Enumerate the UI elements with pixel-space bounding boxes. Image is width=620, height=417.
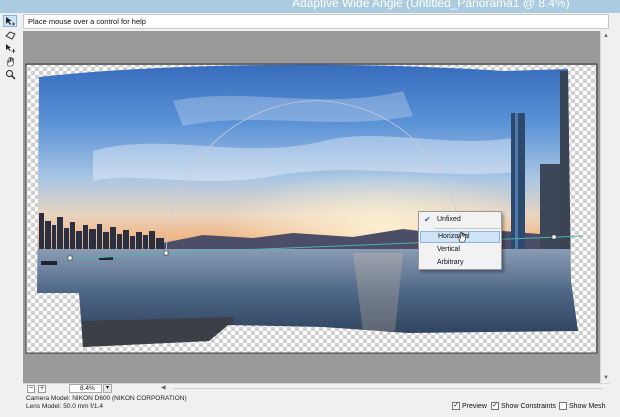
- hand-tool-button[interactable]: [3, 55, 17, 67]
- tool-palette: [0, 13, 22, 417]
- title-bar: Adaptive Wide Angle (Untitled_Panorama1 …: [0, 0, 620, 13]
- vertical-scrollbar[interactable]: ▲ ▼: [600, 31, 610, 383]
- show-mesh-checkbox[interactable]: [559, 402, 567, 410]
- scroll-up-icon[interactable]: ▲: [603, 33, 609, 39]
- zoom-out-button[interactable]: −: [27, 385, 35, 393]
- constraint-tool-button[interactable]: [3, 15, 17, 27]
- menu-item-vertical[interactable]: Vertical: [420, 244, 500, 256]
- camera-model-text: Camera Model: NIKON D600 (NIKON CORPORAT…: [26, 395, 187, 402]
- menu-item-unfixed[interactable]: ✔ Unfixed: [420, 214, 500, 226]
- checkmark-icon: ✔: [424, 215, 431, 224]
- constraint-handle-right[interactable]: [551, 234, 557, 240]
- constraint-handle-left[interactable]: [67, 255, 73, 261]
- show-constraints-checkbox[interactable]: ✓: [491, 402, 499, 410]
- preview-checkbox[interactable]: ✓: [452, 402, 460, 410]
- menu-item-arbitrary[interactable]: Arbitrary: [420, 257, 500, 269]
- help-text: Place mouse over a control for help: [28, 17, 146, 26]
- preview-label: Preview: [462, 402, 487, 410]
- polygon-constraint-icon: [4, 30, 16, 40]
- panorama-photo: [37, 64, 578, 347]
- constraint-arrow-icon: [5, 16, 15, 25]
- zoom-bar: − + 8.4% ▾ ◀: [23, 383, 610, 393]
- zoom-dropdown-button[interactable]: ▾: [103, 384, 112, 393]
- lens-model-text: Lens Model: 50.0 mm f/1.4: [26, 403, 103, 410]
- zoom-in-button[interactable]: +: [38, 385, 46, 393]
- hand-icon: [6, 56, 14, 66]
- move-icon: [5, 43, 15, 53]
- help-bar: Place mouse over a control for help: [23, 14, 609, 29]
- scroll-down-icon[interactable]: ▼: [603, 375, 609, 381]
- zoom-icon: [5, 69, 15, 79]
- show-mesh-label: Show Mesh: [569, 402, 606, 410]
- zoom-level-field[interactable]: 8.4%: [69, 384, 102, 393]
- polygon-constraint-tool-button[interactable]: [3, 29, 17, 41]
- panorama-image[interactable]: [23, 31, 600, 383]
- show-mesh-option[interactable]: Show Mesh: [559, 402, 606, 410]
- preview-option[interactable]: ✓ Preview: [452, 402, 487, 410]
- hand-cursor-icon: [458, 231, 467, 243]
- menu-separator: [434, 228, 500, 229]
- horizontal-scroll-track[interactable]: [173, 388, 603, 389]
- show-constraints-option[interactable]: ✓ Show Constraints: [491, 402, 556, 410]
- move-tool-button[interactable]: [3, 42, 17, 54]
- zoom-tool-button[interactable]: [3, 68, 17, 80]
- image-canvas[interactable]: ✔ Unfixed Horizontal Vertical Arbitrary: [23, 31, 600, 383]
- show-constraints-label: Show Constraints: [501, 402, 556, 410]
- window-title: Adaptive Wide Angle (Untitled_Panorama1 …: [292, 0, 570, 10]
- lens-info: Camera Model: NIKON D600 (NIKON CORPORAT…: [26, 395, 187, 411]
- scroll-left-icon[interactable]: ◀: [161, 384, 166, 391]
